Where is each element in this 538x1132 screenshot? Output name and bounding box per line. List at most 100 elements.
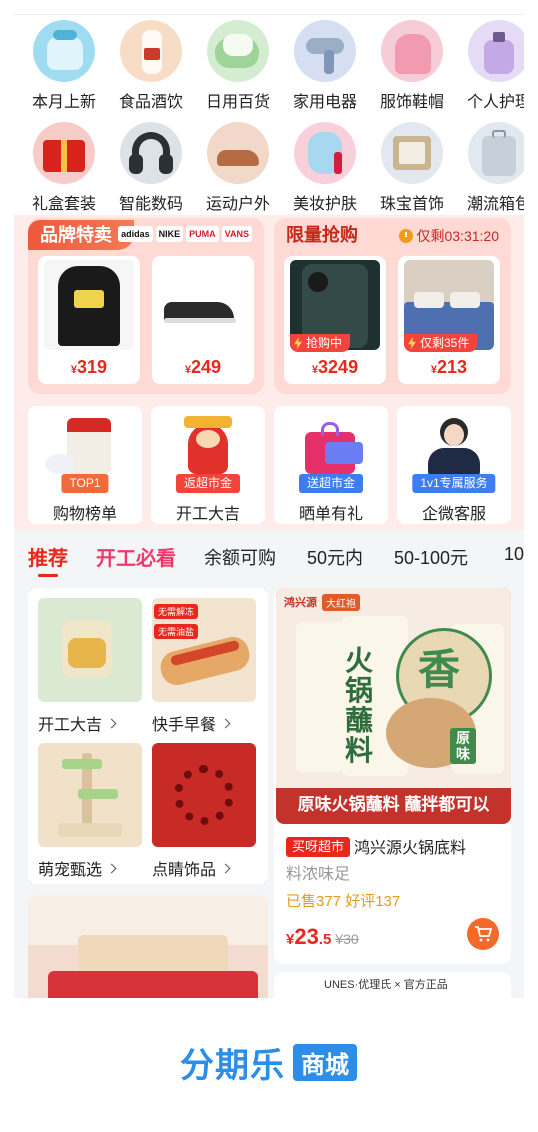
kettle-icon [38,598,142,702]
flash-sale-title: 限量抢购 [286,225,358,245]
brand-logo-vans: VANS [221,226,252,242]
fenqile-mall-logo: 分期乐 商城 [180,1038,357,1087]
category-label: 日用百货 [205,94,270,111]
category-label: 家用电器 [292,94,357,111]
category-new-arrivals[interactable]: 本月上新 [24,20,104,115]
original-price: ¥30 [335,931,359,947]
service-badge: 返超市金 [175,474,241,493]
sports-shoes-icon [207,122,269,184]
gift-box-icon [33,122,95,184]
feature-grid-card: 开工大吉 无需解冻 无需油盐 快手早餐 萌宠甄选 点睛饰品 [28,588,268,884]
product-name: 鸿兴源火锅底料 [354,840,467,857]
next-product-card[interactable]: UNES·优理氏 × 官方正品 [274,972,511,998]
feature-label: 点睛饰品 [152,856,256,880]
tab-under-50[interactable]: 50元内 [307,544,363,570]
package-brand-tag: 大红袍 [322,594,360,611]
flash-sale-tag: 抢购中 [290,334,351,352]
category-label: 礼盒套装 [31,196,96,213]
category-appliances[interactable]: 家用电器 [285,20,365,115]
category-daily-goods[interactable]: 日用百货 [198,20,278,115]
cart-icon [475,926,492,942]
feature-label: 快手早餐 [152,711,256,735]
feature-label: 萌宠甄选 [38,856,142,880]
bedroom-product-card[interactable] [28,895,268,998]
feature-accessories[interactable]: 点睛饰品 [152,743,256,880]
category-beauty[interactable]: 美妆护肤 [285,122,365,217]
breakfast-tag: 无需解冻 [154,604,199,619]
service-start-work[interactable]: 返超市金 开工大吉 [151,406,265,524]
product-price: ¥23.5 ¥30 [286,924,359,949]
running-shoe-icon [158,260,248,350]
service-badge: TOP1 [61,474,109,493]
jewelry-box-icon [381,122,443,184]
supermarket-chip: 买呀超市 [286,837,351,857]
tab-start-work[interactable]: 开工必看 [96,542,176,571]
package-brand: 鸿兴源 [284,597,317,609]
brand-sale-product[interactable]: ¥319 [38,256,140,384]
category-jewelry[interactable]: 珠宝首饰 [372,122,452,217]
breakfast-tag: 无需油盐 [154,624,199,639]
chevron-right-icon [106,718,117,728]
towel-roll-icon [207,20,269,82]
app-shell: 本月上新 食品酒饮 日用百货 家用电器 服饰鞋帽 个人护理 礼盒套装 智能数码 … [14,0,524,998]
logo-box-text: 商城 [293,1044,357,1081]
feature-breakfast[interactable]: 无需解冻 无需油盐 快手早餐 [152,598,256,735]
category-label: 个人护理 [466,94,524,111]
service-shopping-ranking[interactable]: TOP1 购物榜单 [28,406,142,524]
countdown-text: 仅剩03:31:20 [416,228,500,244]
brand-sale-product[interactable]: ¥249 [152,256,254,384]
perfume-icon [468,20,524,82]
tab-more[interactable]: 10 [504,544,524,565]
category-food-drink[interactable]: 食品酒饮 [111,20,191,115]
chevron-right-icon [220,863,231,873]
logo-main-text: 分期乐 [180,1047,285,1085]
flash-sale-product[interactable]: 抢购中 ¥3249 [284,256,386,384]
brand-logo-nike: NIKE [155,226,184,242]
next-product-caption: UNES·优理氏 × 官方正品 [324,979,448,991]
hair-dryer-icon [294,20,356,82]
cat-tree-icon [38,743,142,847]
gift-bag-icon [291,414,371,478]
category-sports[interactable]: 运动户外 [198,122,278,217]
bracelet-icon [152,743,256,847]
service-label: 开工大吉 [175,506,240,523]
product-stats: 已售377 好评137 [286,893,401,910]
category-apparel[interactable]: 服饰鞋帽 [372,20,452,115]
product-price: ¥249 [184,357,222,377]
tab-balance[interactable]: 余额可购 [204,544,276,570]
brand-sale-card[interactable]: 品牌特卖 adidas NIKE PUMA VANS ¥319 ¥249 [28,218,264,394]
flash-sale-product[interactable]: 仅剩35件 ¥213 [398,256,500,384]
product-subtitle: 料浓味足 [286,866,351,883]
suitcase-icon [468,122,524,184]
category-personal-care[interactable]: 个人护理 [459,20,524,115]
flash-sale-card[interactable]: 限量抢购 仅剩03:31:20 抢购中 ¥3249 仅剩35件 ¥213 [274,218,511,394]
clock-icon [398,229,413,243]
package-circle-glyph: 香 [418,646,461,693]
service-label: 晒单有礼 [298,506,363,523]
rice-bag-icon [45,414,125,478]
headphones-icon [120,122,182,184]
service-share-order[interactable]: 送超市金 晒单有礼 [274,406,388,524]
feature-label: 开工大吉 [38,711,142,735]
category-bags[interactable]: 潮流箱包 [459,122,524,217]
add-to-cart-button[interactable] [467,918,499,950]
service-customer-service[interactable]: 1v1专属服务 企微客服 [397,406,511,524]
black-hoodie-icon [44,260,134,350]
feature-pets[interactable]: 萌宠甄选 [38,743,142,880]
fortune-god-icon [168,414,248,478]
customer-service-icon [414,414,494,478]
category-tabs: 推荐 开工必看 余额可购 50元内 50-100元 10 [14,538,524,578]
brand-logo-puma: PUMA [186,226,219,242]
category-gift-sets[interactable]: 礼盒套装 [24,122,104,217]
product-card-hotpot-sauce[interactable]: 鸿兴源 大红袍 火锅蘸料 香 原味 原味火锅蘸料 蘸拌都可以 买呀超市 鸿兴源火锅… [274,588,511,964]
tab-recommend[interactable]: 推荐 [28,542,68,577]
category-label: 美妆护肤 [292,196,357,213]
product-price: ¥3249 [311,357,359,377]
feature-start-work[interactable]: 开工大吉 [38,598,142,735]
chevron-right-icon [220,718,231,728]
service-label: 企微客服 [421,506,486,523]
breakfast-wrap-icon: 无需解冻 无需油盐 [152,598,256,702]
category-digital[interactable]: 智能数码 [111,122,191,217]
category-label: 潮流箱包 [466,196,524,213]
tab-50-100[interactable]: 50-100元 [394,544,468,570]
